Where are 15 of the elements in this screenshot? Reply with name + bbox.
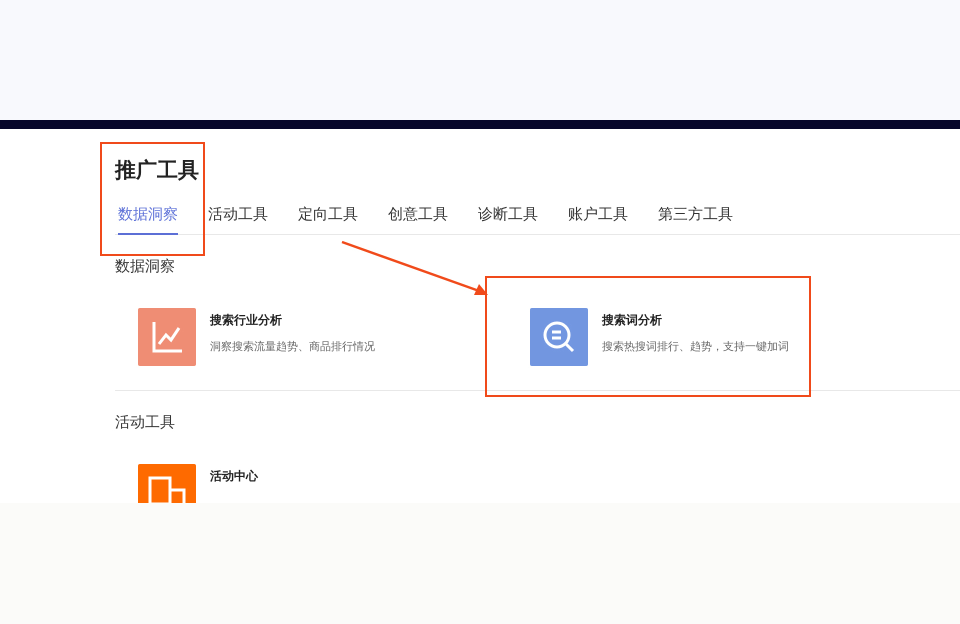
section-heading: 活动工具	[115, 413, 176, 432]
tab[interactable]: 创意工具	[388, 205, 448, 235]
tab[interactable]: 第三方工具	[658, 205, 733, 235]
tab[interactable]: 定向工具	[298, 205, 358, 235]
tab[interactable]: 活动工具	[208, 205, 268, 235]
section-heading: 数据洞察	[115, 257, 176, 276]
tool-description: 搜索热搜词排行、趋势，支持一键加词	[602, 339, 789, 354]
tab[interactable]: 诊断工具	[478, 205, 538, 235]
tool-name[interactable]: 活动中心	[210, 468, 258, 485]
tool-description: 洞察搜索流量趋势、商品排行情况	[210, 339, 375, 354]
tab[interactable]: 账户工具	[568, 205, 628, 235]
tool-name[interactable]: 搜索行业分析	[210, 312, 375, 329]
tool-name[interactable]: 搜索词分析	[602, 312, 789, 329]
page-title: 推广工具	[115, 157, 200, 184]
tab[interactable]: 数据洞察	[118, 205, 178, 235]
